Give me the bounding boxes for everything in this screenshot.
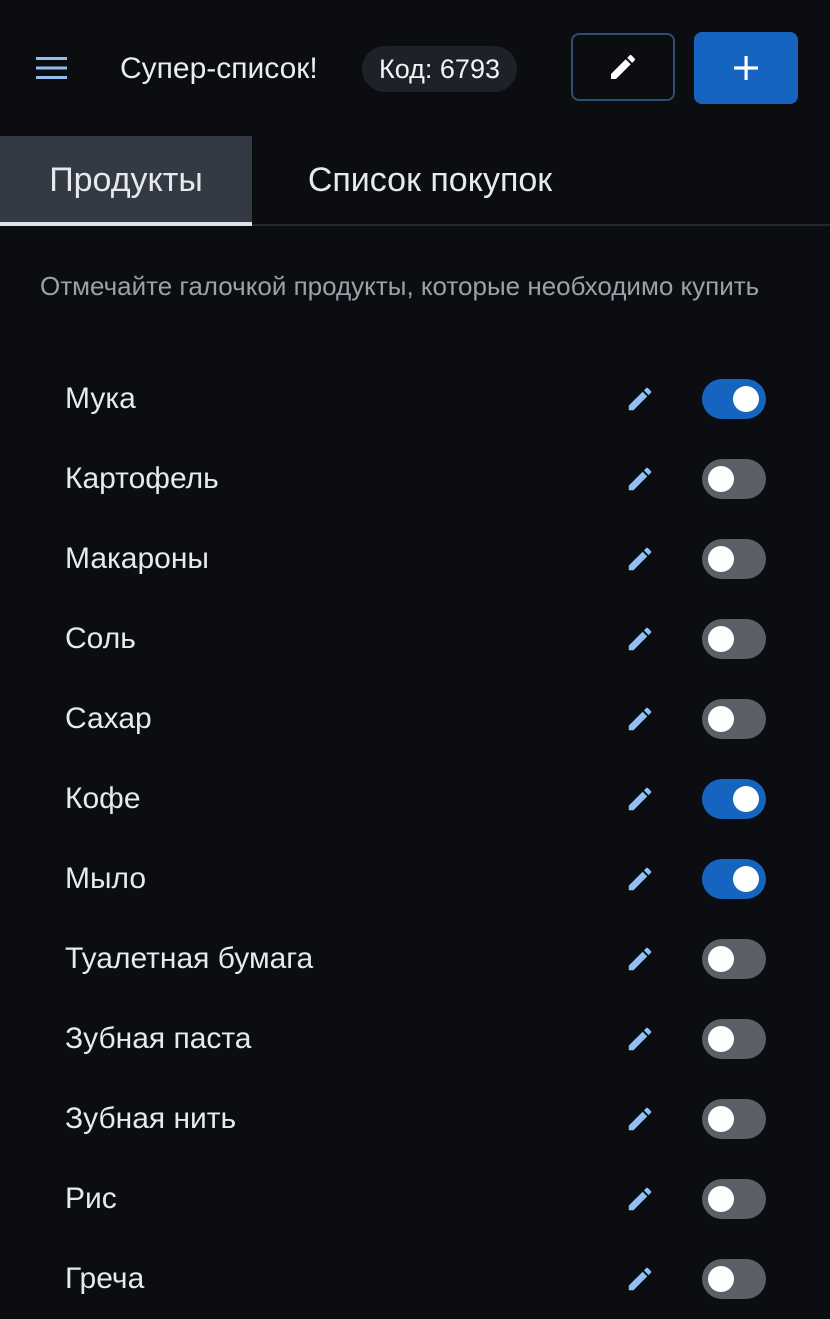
edit-product-button[interactable] (620, 1019, 660, 1059)
edit-product-button[interactable] (620, 379, 660, 419)
product-row: Греча (0, 1239, 830, 1319)
product-toggle[interactable] (702, 619, 766, 659)
code-badge: Код: 6793 (362, 46, 517, 92)
product-row: Картофель (0, 439, 830, 519)
toggle-knob (708, 946, 734, 972)
pencil-icon (628, 467, 652, 491)
product-toggle[interactable] (702, 1019, 766, 1059)
product-row: Кофе (0, 759, 830, 839)
product-toggle[interactable] (702, 859, 766, 899)
product-row: Мыло (0, 839, 830, 919)
product-name: Зубная нить (65, 1102, 237, 1135)
edit-product-button[interactable] (620, 1259, 660, 1299)
product-name: Соль (65, 622, 136, 655)
menu-button[interactable] (26, 44, 78, 92)
tab-products[interactable]: Продукты (0, 136, 252, 226)
product-toggle[interactable] (702, 1259, 766, 1299)
toggle-knob (708, 1186, 734, 1212)
edit-product-button[interactable] (620, 619, 660, 659)
product-row: Зубная паста (0, 999, 830, 1079)
pencil-icon (628, 387, 652, 411)
edit-product-button[interactable] (620, 699, 660, 739)
toggle-knob (708, 1266, 734, 1292)
product-toggle[interactable] (702, 539, 766, 579)
product-name: Рис (65, 1182, 117, 1215)
pencil-icon (628, 1267, 652, 1291)
product-toggle[interactable] (702, 379, 766, 419)
pencil-icon (628, 707, 652, 731)
product-name: Сахар (65, 702, 152, 735)
hint-text: Отмечайте галочкой продукты, которые нео… (40, 271, 760, 301)
edit-product-button[interactable] (620, 779, 660, 819)
product-row: Соль (0, 599, 830, 679)
product-row: Зубная нить (0, 1079, 830, 1159)
app-header: Супер-список! Код: 6793 (0, 0, 830, 136)
edit-list-button[interactable] (571, 33, 675, 101)
product-name: Туалетная бумага (65, 942, 314, 975)
product-name: Мука (65, 382, 136, 415)
pencil-icon (628, 867, 652, 891)
pencil-icon (628, 627, 652, 651)
toggle-knob (708, 706, 734, 732)
product-toggle[interactable] (702, 939, 766, 979)
app-title: Супер-список! (120, 52, 318, 85)
pencil-icon (628, 947, 652, 971)
product-list: Мука Картофель Макароны Соль Сахар Кофе Мыло Ту… (0, 359, 830, 1319)
product-name: Кофе (65, 782, 141, 815)
toggle-knob (708, 546, 734, 572)
pencil-icon (628, 1187, 652, 1211)
edit-product-button[interactable] (620, 1179, 660, 1219)
edit-product-button[interactable] (620, 859, 660, 899)
toggle-knob (708, 466, 734, 492)
toggle-knob (733, 866, 759, 892)
pencil-icon (628, 1107, 652, 1131)
pencil-icon (628, 1027, 652, 1051)
toggle-knob (733, 386, 759, 412)
pencil-icon (628, 787, 652, 811)
tab-bar: Продукты Список покупок (0, 136, 830, 226)
add-product-button[interactable] (694, 32, 798, 104)
product-toggle[interactable] (702, 1099, 766, 1139)
product-toggle[interactable] (702, 699, 766, 739)
toggle-knob (733, 786, 759, 812)
toggle-knob (708, 626, 734, 652)
product-name: Мыло (65, 862, 147, 895)
edit-product-button[interactable] (620, 939, 660, 979)
pencil-icon (611, 54, 636, 79)
hamburger-menu-icon (36, 57, 67, 79)
product-row: Рис (0, 1159, 830, 1239)
product-name: Картофель (65, 462, 219, 495)
product-name: Зубная паста (65, 1022, 252, 1055)
toggle-knob (708, 1026, 734, 1052)
edit-product-button[interactable] (620, 539, 660, 579)
plus-icon (734, 56, 758, 80)
product-toggle[interactable] (702, 779, 766, 819)
product-row: Туалетная бумага (0, 919, 830, 999)
product-row: Мука (0, 359, 830, 439)
edit-product-button[interactable] (620, 459, 660, 499)
pencil-icon (628, 547, 652, 571)
edit-product-button[interactable] (620, 1099, 660, 1139)
toggle-knob (708, 1106, 734, 1132)
product-row: Макароны (0, 519, 830, 599)
tab-shopping-list[interactable]: Список покупок (252, 136, 608, 224)
product-toggle[interactable] (702, 1179, 766, 1219)
product-toggle[interactable] (702, 459, 766, 499)
product-name: Макароны (65, 542, 209, 575)
product-name: Греча (65, 1262, 145, 1295)
product-row: Сахар (0, 679, 830, 759)
